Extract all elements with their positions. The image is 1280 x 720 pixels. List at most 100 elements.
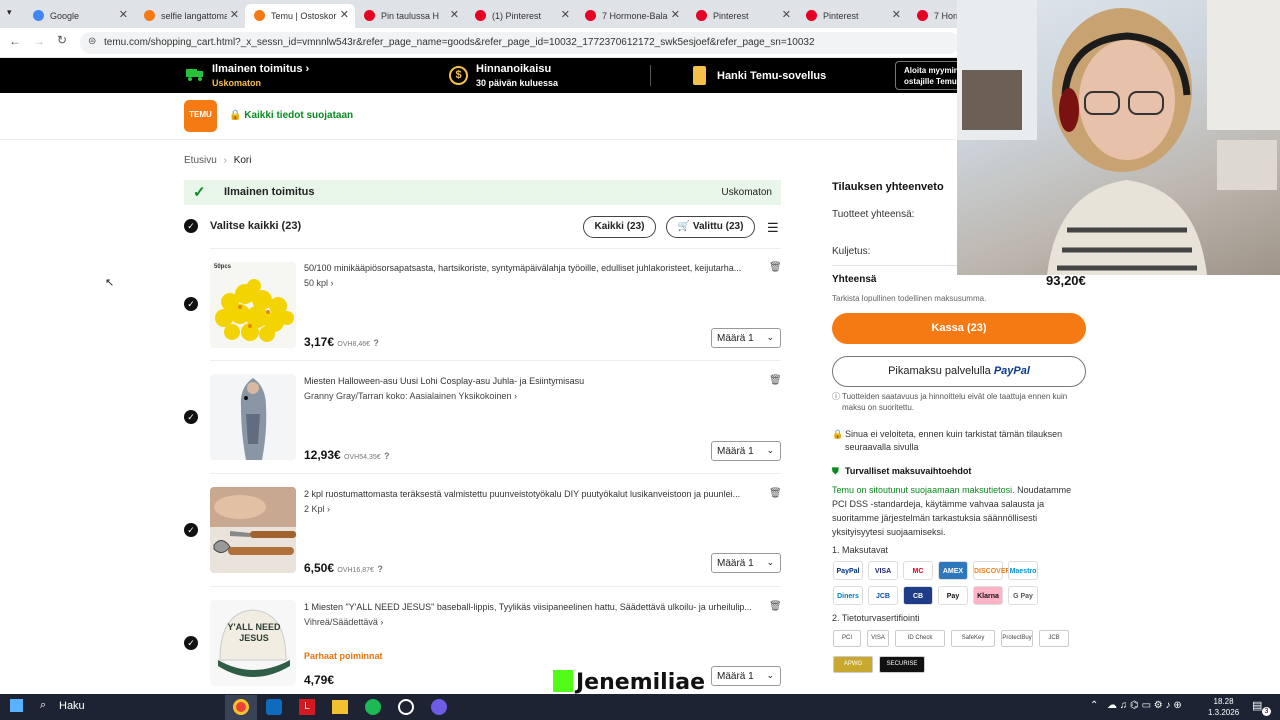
all-items-button[interactable]: Kaikki (23) (583, 216, 656, 238)
item-image-salmon-costume[interactable] (210, 374, 296, 460)
address-bar[interactable]: ⊜ temu.com/shopping_cart.html?_x_sessn_i… (80, 32, 960, 54)
item-title[interactable]: 2 kpl ruostumattomasta teräksestä valmis… (304, 489, 760, 499)
search-icon[interactable]: ⌕ (40, 699, 46, 712)
divider (210, 586, 781, 587)
notification-icon[interactable]: ▤ (1252, 699, 1262, 712)
item-checkbox[interactable]: ✓ (184, 297, 198, 311)
item-image-ducks[interactable]: 50pcs (210, 262, 296, 348)
item-original-price: OVH16,87€ (337, 567, 374, 574)
close-icon[interactable]: ✕ (340, 8, 349, 21)
promo-free-shipping[interactable]: Ilmainen toimitus › Uskomaton (212, 62, 309, 90)
close-icon[interactable]: ✕ (450, 8, 459, 21)
discord-icon[interactable] (431, 699, 447, 715)
truck-icon (185, 66, 205, 82)
help-icon[interactable]: ? (377, 564, 383, 574)
item-variant[interactable]: Granny Gray/Tarran koko: Aasialainen Yks… (304, 391, 517, 401)
item-image-cap[interactable]: Y'ALL NEED JESUS (210, 600, 296, 686)
reload-icon[interactable]: ↻ (57, 33, 67, 47)
trash-icon[interactable]: 🗑 (769, 488, 782, 499)
tray-chevron-icon[interactable]: ⌃ (1090, 700, 1098, 711)
promo-price-adjust-sub: 30 päivän kuluessa (476, 78, 559, 88)
promo-new-users[interactable]: Aloita myymin ostajille Temu (895, 61, 965, 90)
not-charged-text: Sinua ei veloiteta, ennen kuin tarkistat… (845, 429, 1063, 452)
tab-1[interactable]: selfie langattomat ✕ (135, 4, 245, 28)
promo-price-adjust[interactable]: Hinnanoikaisu 30 päivän kuluessa (476, 62, 558, 90)
free-shipping-title: Ilmainen toimitus (224, 186, 315, 198)
windows-start-icon[interactable] (10, 699, 23, 712)
chrome-icon[interactable] (233, 699, 249, 715)
close-icon[interactable]: ✕ (119, 8, 128, 21)
item-variant[interactable]: 50 kpl › (304, 278, 334, 288)
selected-items-button[interactable]: 🛒 Valittu (23) (666, 216, 755, 238)
forward-icon[interactable]: → (33, 34, 45, 48)
tab-4[interactable]: (1) Pinterest ✕ (466, 4, 576, 28)
item-checkbox[interactable]: ✓ (184, 410, 198, 424)
item-image-carving-tools[interactable] (210, 487, 296, 573)
tab-6[interactable]: Pinterest ✕ (687, 4, 797, 28)
item-title[interactable]: Miesten Halloween-asu Uusi Lohi Cosplay-… (304, 376, 760, 386)
item-checkbox[interactable]: ✓ (184, 636, 198, 650)
checkout-button[interactable]: Kassa (23) (832, 313, 1086, 344)
quantity-select[interactable]: Määrä 1 ⌄ (711, 441, 781, 461)
tab-list-icon[interactable]: ▾ (7, 7, 12, 18)
list-view-icon[interactable]: ☰ (767, 220, 779, 236)
item-title[interactable]: 50/100 minikääpiösorsapatsasta, hartsiko… (304, 263, 760, 273)
chevron-down-icon: ⌄ (766, 557, 774, 567)
close-icon[interactable]: ✕ (230, 8, 239, 21)
tab-favicon-icon (585, 10, 596, 21)
folder-icon[interactable] (332, 700, 348, 714)
payment-card-9: Pay (938, 586, 968, 605)
back-icon[interactable]: ← (9, 34, 21, 48)
free-shipping-banner: ✓ Ilmainen toimitus Uskomaton (184, 180, 781, 205)
browser-window: ▾ Google ✕ selfie langattomat ✕ Temu | Ostos… (0, 0, 1280, 720)
taskbar-search[interactable]: Haku (59, 700, 85, 712)
tab-favicon-icon (917, 10, 928, 21)
tab-title: Pinterest (823, 11, 859, 21)
item-variant[interactable]: Vihreä/Säädettävä › (304, 617, 383, 627)
help-icon[interactable]: ? (384, 451, 390, 461)
trash-icon[interactable]: 🗑 (769, 262, 782, 273)
tray-icons[interactable]: ☁ ♫ ⌬ ▭ ⚙ ♪ ⊕ (1107, 700, 1182, 711)
breadcrumb-home[interactable]: Etusivu (184, 155, 217, 166)
paypal-express-button[interactable]: Pikamaksu palvelulla PayPal (832, 356, 1086, 387)
close-icon[interactable]: ✕ (782, 8, 791, 21)
tab-3[interactable]: Pin taulussa H ✕ (355, 4, 465, 28)
obs-icon[interactable] (398, 699, 414, 715)
quantity-select[interactable]: Määrä 1 ⌄ (711, 553, 781, 573)
phone-icon (693, 66, 706, 85)
payment-card-6: Diners (833, 586, 863, 605)
payment-card-1: VISA (868, 561, 898, 580)
quantity-select[interactable]: Määrä 1 ⌄ (711, 328, 781, 348)
item-variant[interactable]: 2 Kpl › (304, 504, 330, 514)
site-info-icon[interactable]: ⊜ (88, 36, 96, 47)
close-icon[interactable]: ✕ (892, 8, 901, 21)
item-title[interactable]: 1 Miesten "Y'ALL NEED JESUS" baseball-li… (304, 602, 760, 612)
outlook-icon[interactable] (266, 699, 282, 715)
spotify-icon[interactable] (365, 699, 381, 715)
app-l-icon[interactable]: L (299, 699, 315, 715)
select-all-checkbox[interactable]: ✓ (184, 219, 198, 233)
quantity-select[interactable]: Määrä 1 ⌄ (711, 666, 781, 686)
lock-icon: 🔒 (832, 429, 844, 439)
close-icon[interactable]: ✕ (671, 8, 680, 21)
tab-7[interactable]: Pinterest ✕ (797, 4, 907, 28)
item-checkbox[interactable]: ✓ (184, 523, 198, 537)
tab-2[interactable]: Temu | Ostoskori ✕ (245, 4, 355, 28)
close-icon[interactable]: ✕ (561, 8, 570, 21)
paypal-logo: PayPal (993, 365, 1030, 377)
security-cert-4: ProtectBuy (1001, 630, 1033, 647)
secure-payments-link[interactable]: Temu on sitoutunut suojaamaan maksutieto… (832, 485, 1015, 495)
promo-app[interactable]: Hanki Temu-sovellus (717, 69, 826, 83)
tab-0[interactable]: Google ✕ (24, 4, 134, 28)
item-price: 6,50€ OVH16,87€ ? (304, 561, 383, 575)
clock[interactable]: 18.28 1.3.2026 (1208, 696, 1239, 718)
best-pick-badge: Parhaat poiminnat (304, 651, 383, 661)
tab-title: Pin taulussa H (381, 11, 440, 21)
select-all-label[interactable]: Valitse kaikki (23) (210, 220, 301, 232)
trash-icon[interactable]: 🗑 (769, 601, 782, 612)
tab-5[interactable]: 7 Hormone-Balan ✕ (576, 4, 686, 28)
trash-icon[interactable]: 🗑 (769, 375, 782, 386)
temu-logo[interactable]: TEMU (184, 100, 217, 132)
quantity-label: Määrä 1 (717, 558, 754, 569)
help-icon[interactable]: ? (373, 338, 379, 348)
